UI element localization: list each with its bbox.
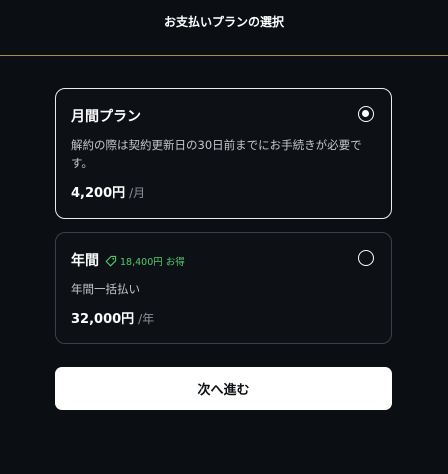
- plan-card-yearly[interactable]: 年間 18,400円 お得 年間一括払い 32,000円 /年: [55, 232, 392, 344]
- plan-description-yearly: 年間一括払い: [71, 282, 140, 296]
- price-monthly: 4,200円: [71, 186, 126, 201]
- radio-yearly-unselected[interactable]: [358, 250, 374, 266]
- plan-title-monthly: 月間プラン: [71, 109, 141, 125]
- price-row-monthly: 4,200円 /月: [71, 182, 145, 201]
- price-unit-monthly: /月: [129, 186, 146, 200]
- radio-monthly-selected[interactable]: [358, 106, 374, 122]
- price-unit-yearly: /年: [138, 312, 155, 326]
- radio-dot: [362, 110, 369, 117]
- plan-title-yearly: 年間: [71, 253, 99, 269]
- savings-badge-text: 18,400円 お得: [120, 256, 185, 268]
- tag-icon: [105, 255, 117, 266]
- page-title: お支払いプランの選択: [163, 15, 284, 29]
- price-yearly: 32,000円: [71, 312, 135, 327]
- header: お支払いプランの選択: [0, 0, 448, 56]
- savings-badge: 18,400円 お得: [105, 254, 185, 268]
- plan-card-monthly[interactable]: 月間プラン 解約の際は契約更新日の30日前までにお手続きが必要です。 4,200…: [55, 88, 392, 219]
- price-row-yearly: 32,000円 /年: [71, 308, 154, 327]
- next-button[interactable]: 次へ進む: [55, 367, 392, 410]
- title-row-yearly: 年間 18,400円 お得: [71, 250, 185, 270]
- plan-description-monthly: 解約の際は契約更新日の30日前までにお手続きが必要です。: [71, 138, 362, 170]
